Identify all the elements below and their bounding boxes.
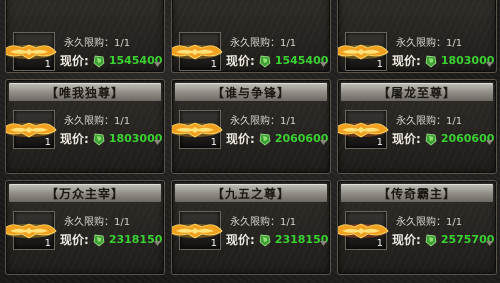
shop-item-card[interactable]: 1 永久限购：1/1 现价: 1545400 bbox=[5, 0, 165, 73]
slot-count: 1 bbox=[210, 238, 217, 249]
item-title: 【谁与争锋】 bbox=[174, 82, 328, 102]
green-gem-icon bbox=[259, 55, 271, 67]
slot-count: 1 bbox=[376, 59, 383, 70]
green-gem-icon bbox=[93, 55, 105, 67]
slot-count: 1 bbox=[44, 238, 51, 249]
scroll-down-arrow-icon[interactable] bbox=[154, 62, 161, 67]
slot-count: 1 bbox=[376, 137, 383, 148]
shop-item-card[interactable]: 【万众主宰】 1 永久限购：1/1 现价: 2318150 bbox=[5, 180, 165, 275]
shop-item-card[interactable]: 【屠龙至尊】 1 永久限购：1/1 现价: 2060600 bbox=[337, 79, 497, 174]
scroll-down-arrow-icon[interactable] bbox=[486, 62, 493, 67]
green-gem-icon bbox=[425, 234, 437, 246]
shop-item-card[interactable]: 【传奇霸主】 1 永久限购：1/1 现价: 2575700 bbox=[337, 180, 497, 275]
item-title: 【唯我独尊】 bbox=[8, 82, 162, 102]
green-gem-icon bbox=[425, 55, 437, 67]
price-row: 现价: 2318150 bbox=[60, 231, 162, 248]
purchase-limit-text: 永久限购：1/1 bbox=[396, 217, 463, 228]
price-row: 现价: 2318150 bbox=[226, 231, 328, 248]
purchase-limit-text: 永久限购：1/1 bbox=[396, 38, 463, 49]
item-slot[interactable]: 1 bbox=[345, 211, 387, 250]
price-label: 现价: bbox=[226, 132, 255, 146]
scroll-down-arrow-icon[interactable] bbox=[320, 62, 327, 67]
shop-item-grid: 1 永久限购：1/1 现价: 1545400 1 永久限购：1/1 现价: 15… bbox=[5, 0, 497, 276]
price-label: 现价: bbox=[392, 233, 421, 247]
green-gem-icon bbox=[93, 234, 105, 246]
green-gem-icon bbox=[259, 234, 271, 246]
price-row: 现价: 1803000 bbox=[60, 130, 162, 147]
slot-count: 1 bbox=[210, 59, 217, 70]
purchase-limit-text: 永久限购：1/1 bbox=[396, 116, 463, 127]
slot-count: 1 bbox=[44, 59, 51, 70]
item-slot[interactable]: 1 bbox=[179, 110, 221, 149]
price-label: 现价: bbox=[392, 132, 421, 146]
price-label: 现价: bbox=[392, 54, 421, 68]
scroll-down-arrow-icon[interactable] bbox=[486, 140, 493, 145]
item-title: 【传奇霸主】 bbox=[340, 183, 494, 203]
purchase-limit-text: 永久限购：1/1 bbox=[64, 38, 131, 49]
purchase-limit-text: 永久限购：1/1 bbox=[230, 116, 297, 127]
item-slot[interactable]: 1 bbox=[179, 32, 221, 71]
item-title: 【屠龙至尊】 bbox=[340, 82, 494, 102]
price-label: 现价: bbox=[226, 233, 255, 247]
item-slot[interactable]: 1 bbox=[345, 32, 387, 71]
purchase-limit-text: 永久限购：1/1 bbox=[230, 38, 297, 49]
item-slot[interactable]: 1 bbox=[179, 211, 221, 250]
item-slot[interactable]: 1 bbox=[13, 211, 55, 250]
green-gem-icon bbox=[93, 133, 105, 145]
purchase-limit-text: 永久限购：1/1 bbox=[64, 116, 131, 127]
scroll-down-arrow-icon[interactable] bbox=[320, 140, 327, 145]
price-row: 现价: 1545400 bbox=[60, 52, 162, 69]
price-label: 现价: bbox=[60, 233, 89, 247]
item-slot[interactable]: 1 bbox=[13, 110, 55, 149]
price-label: 现价: bbox=[226, 54, 255, 68]
price-row: 现价: 1545400 bbox=[226, 52, 328, 69]
slot-count: 1 bbox=[210, 137, 217, 148]
slot-count: 1 bbox=[44, 137, 51, 148]
purchase-limit-text: 永久限购：1/1 bbox=[230, 217, 297, 228]
purchase-limit-text: 永久限购：1/1 bbox=[64, 217, 131, 228]
scroll-down-arrow-icon[interactable] bbox=[486, 241, 493, 246]
green-gem-icon bbox=[425, 133, 437, 145]
scroll-down-arrow-icon[interactable] bbox=[320, 241, 327, 246]
price-row: 现价: 2060600 bbox=[226, 130, 328, 147]
scroll-down-arrow-icon[interactable] bbox=[154, 241, 161, 246]
item-title: 【万众主宰】 bbox=[8, 183, 162, 203]
slot-count: 1 bbox=[376, 238, 383, 249]
item-slot[interactable]: 1 bbox=[345, 110, 387, 149]
price-row: 现价: 2060600 bbox=[392, 130, 494, 147]
shop-item-card[interactable]: 1 永久限购：1/1 现价: 1803000 bbox=[337, 0, 497, 73]
shop-item-card[interactable]: 【谁与争锋】 1 永久限购：1/1 现价: 2060600 bbox=[171, 79, 331, 174]
shop-item-card[interactable]: 【唯我独尊】 1 永久限购：1/1 现价: 1803000 bbox=[5, 79, 165, 174]
green-gem-icon bbox=[259, 133, 271, 145]
scroll-down-arrow-icon[interactable] bbox=[154, 140, 161, 145]
price-row: 现价: 2575700 bbox=[392, 231, 494, 248]
price-label: 现价: bbox=[60, 132, 89, 146]
shop-item-card[interactable]: 【九五之尊】 1 永久限购：1/1 现价: 2318150 bbox=[171, 180, 331, 275]
price-label: 现价: bbox=[60, 54, 89, 68]
shop-item-card[interactable]: 1 永久限购：1/1 现价: 1545400 bbox=[171, 0, 331, 73]
item-title: 【九五之尊】 bbox=[174, 183, 328, 203]
item-slot[interactable]: 1 bbox=[13, 32, 55, 71]
price-row: 现价: 1803000 bbox=[392, 52, 494, 69]
